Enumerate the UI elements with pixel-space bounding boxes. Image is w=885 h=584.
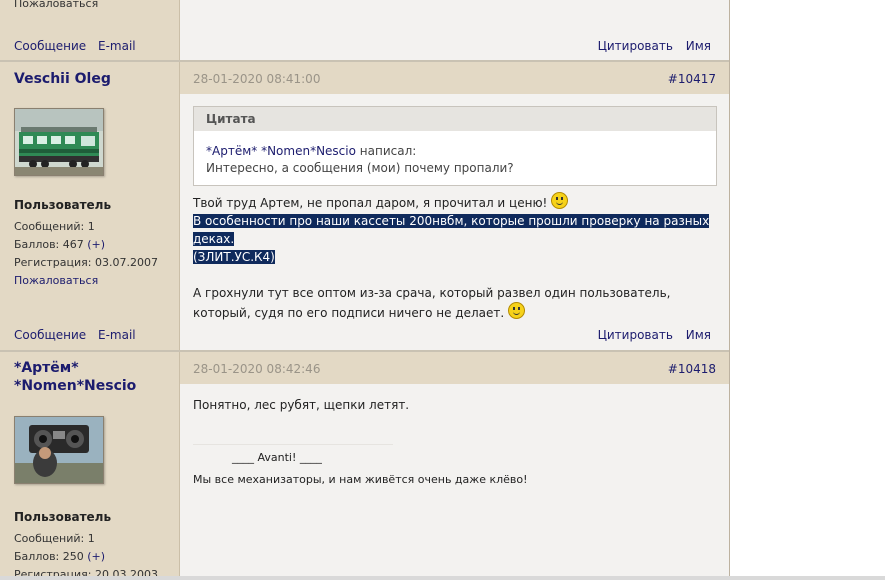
post-header: 28-01-2020 08:41:00 #10417 [180,62,729,94]
avatar [14,108,104,176]
message-count: Сообщений: 1 [14,532,95,545]
post-message: Понятно, лес рубят, щепки летят. [193,398,410,412]
report-link[interactable]: Пожаловаться [14,274,98,287]
post-id-link[interactable]: #10417 [668,72,716,86]
message-link[interactable]: Сообщение [14,39,86,53]
points-plus-button[interactable]: (+) [87,550,105,563]
signature-line: Мы все механизаторы, и нам живётся очень… [193,473,528,486]
post-sidebar: Veschii Oleg Пользователь Сообщений: 1 Б… [0,62,180,350]
author-name-line: *Nomen*Nescio [14,378,137,394]
grin-icon [508,302,525,319]
message-count: Сообщений: 1 [14,220,95,233]
post-contact-links: Сообщение E-mail [14,328,144,342]
post-date: 28-01-2020 08:42:46 [193,362,321,376]
quote-button[interactable]: Цитировать [598,39,673,53]
quote-text: Интересно, а сообщения (мои) почему проп… [206,161,514,175]
train-avatar-image [15,109,103,175]
post-message: Твой труд Артем, не пропал даром, я проч… [193,192,723,322]
post-date: 28-01-2020 08:41:00 [193,72,321,86]
avatar [14,416,104,484]
user-role: Пользователь [14,510,112,524]
quote-author: *Артём* *Nomen*Nescio [206,144,356,158]
boombox-avatar-image [15,417,103,483]
post-id-link[interactable]: #10418 [668,362,716,376]
points-label: Баллов: 467 [14,238,84,251]
author-name[interactable]: Veschii Oleg [14,70,111,88]
registration-date: Регистрация: 03.07.2007 [14,256,158,269]
quote-block: Цитата *Артём* *Nomen*Nescio написал: Ин… [193,106,717,186]
email-link[interactable]: E-mail [98,328,136,342]
highlighted-text: В особенности про наши кассеты 200нвбм, … [193,214,710,246]
signature-line: ____ Avanti! ____ [232,451,322,464]
registration-date: Регистрация: 20.03.2003 [14,568,158,581]
post-sidebar: Пожаловаться Сообщение E-mail [0,0,180,60]
points-plus-button[interactable]: (+) [87,238,105,251]
post-previous: Пожаловаться Сообщение E-mail Цитировать… [0,0,729,60]
post-contact-links: Сообщение E-mail [14,39,144,53]
post-header: 28-01-2020 08:42:46 #10418 [180,352,729,384]
forum-thread: Пожаловаться Сообщение E-mail Цитировать… [0,0,730,581]
signature-divider [193,444,393,445]
email-link[interactable]: E-mail [98,39,136,53]
quote-button[interactable]: Цитировать [598,328,673,342]
horizontal-scrollbar[interactable] [0,576,885,580]
post-body: 28-01-2020 08:42:46 #10418 Понятно, лес … [180,352,729,580]
user-role: Пользователь [14,198,112,212]
author-name[interactable]: *Артём* *Nomen*Nescio [14,359,136,395]
report-link[interactable]: Пожаловаться [14,0,98,13]
post-10417: Veschii Oleg Пользователь Сообщений: 1 Б… [0,62,729,350]
post-body: Цитировать Имя [180,0,729,60]
author-name-line: *Артём* [14,360,79,376]
message-paragraph: А грохнули тут все оптом из-за срача, ко… [193,286,671,320]
quote-header: Цитата [194,107,716,131]
points-label: Баллов: 250 [14,550,84,563]
message-link[interactable]: Сообщение [14,328,86,342]
post-sidebar: *Артём* *Nomen*Nescio Пользователь Сообщ… [0,352,180,581]
name-button[interactable]: Имя [686,328,711,342]
smile-icon [551,192,569,209]
points: Баллов: 250 (+) [14,548,158,566]
post-actions: Цитировать Имя [589,328,711,342]
quote-wrote: написал: [359,144,417,158]
quote-body: *Артём* *Nomen*Nescio написал: Интересно… [194,131,716,185]
post-body: 28-01-2020 08:41:00 #10417 Цитата *Артём… [180,62,729,350]
post-10418: *Артём* *Nomen*Nescio Пользователь Сообщ… [0,352,729,581]
message-line: Твой труд Артем, не пропал даром, я проч… [193,196,548,210]
name-button[interactable]: Имя [686,39,711,53]
user-stats: Сообщений: 1 Баллов: 467 (+) Регистрация… [14,218,158,290]
post-actions: Цитировать Имя [589,39,711,53]
points: Баллов: 467 (+) [14,236,158,254]
highlighted-text: (ЗЛИТ.УС.К4) [193,250,275,264]
